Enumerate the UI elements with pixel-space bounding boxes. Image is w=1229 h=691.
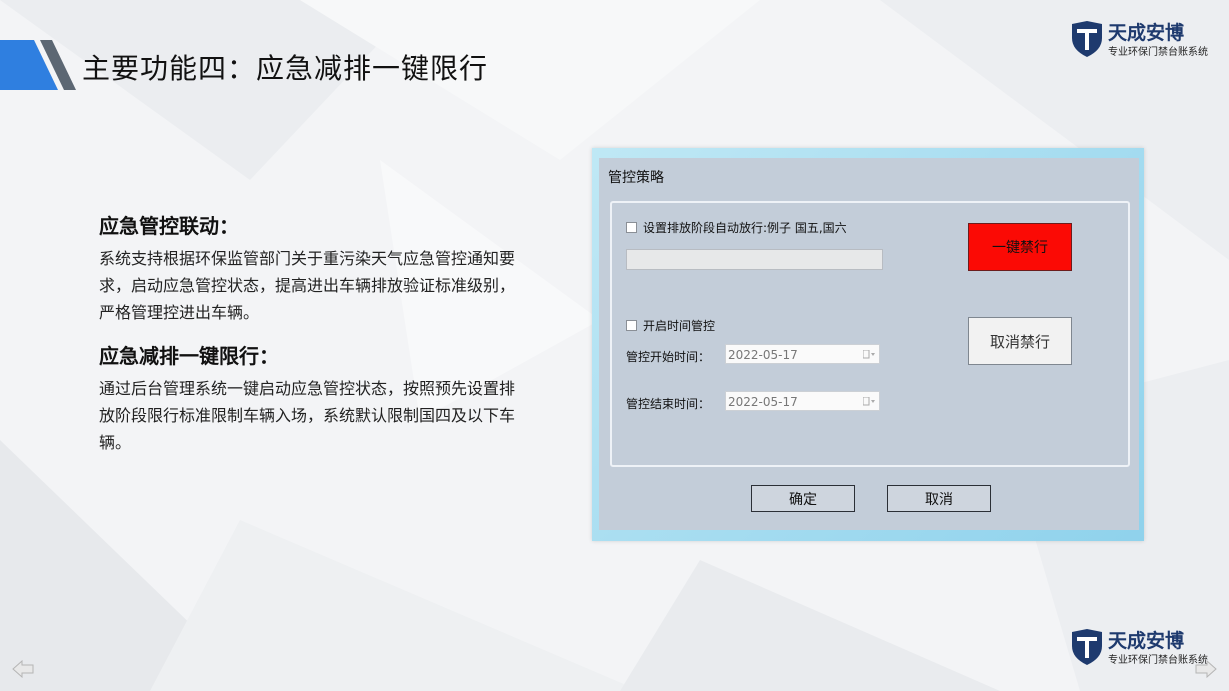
shield-logo-icon [1072,21,1102,57]
section-heading: 应急管控联动： [99,214,239,238]
section-body: 通过后台管理系统一键启动应急管控状态，按照预先设置排放阶段限行标准限制车辆入场，… [99,379,516,452]
time-control-label: 开启时间管控 [643,319,716,333]
calendar-dropdown-icon[interactable] [863,350,875,360]
time-control-checkbox[interactable] [626,320,637,331]
next-arrow-icon[interactable] [1195,660,1217,678]
brand-name: 天成安博 [1108,22,1185,44]
page-title: 主要功能四：应急减排一键限行 [82,52,489,85]
ok-button[interactable]: 确定 [751,485,855,512]
end-date-picker[interactable]: 2022-05-17 [725,391,880,411]
cancel-button[interactable]: 取消 [887,485,991,512]
start-time-label: 管控开始时间： [626,350,711,364]
one-key-ban-button[interactable]: 一键禁行 [968,223,1072,271]
brand-name: 天成安博 [1108,630,1185,652]
section-body: 系统支持根据环保监管部门关于重污染天气应急管控通知要求，启动应急管控状态，提高进… [99,249,516,322]
calendar-dropdown-icon[interactable] [863,397,875,407]
time-control-checkbox-row[interactable]: 开启时间管控 [626,317,715,334]
title-accent-stripe [0,40,76,90]
auto-release-checkbox[interactable] [626,222,637,233]
section-heading: 应急减排一键限行： [99,344,279,368]
control-strategy-dialog: 管控策略 设置排放阶段自动放行:例子 国五,国六 开启时间管控 管控开始时间： … [599,158,1139,530]
shield-logo-icon [1072,629,1102,665]
start-date-picker[interactable]: 2022-05-17 [725,344,880,364]
brand-subtitle: 专业环保门禁台账系统 [1108,655,1208,666]
prev-arrow-icon[interactable] [12,660,34,678]
end-date-value: 2022-05-17 [728,395,798,409]
emission-stage-input[interactable] [626,249,883,270]
control-group-box: 设置排放阶段自动放行:例子 国五,国六 开启时间管控 管控开始时间： 2022-… [610,201,1130,467]
brand-subtitle: 专业环保门禁台账系统 [1108,47,1208,58]
auto-release-label: 设置排放阶段自动放行:例子 国五,国六 [643,221,847,235]
brand-logo-top: 天成安博 专业环保门禁台账系统 [1070,18,1220,62]
section-one-key-restriction: 应急减排一键限行： 通过后台管理系统一键启动应急管控状态，按照预先设置排放阶段限… [99,340,519,456]
dialog-frame: 管控策略 设置排放阶段自动放行:例子 国五,国六 开启时间管控 管控开始时间： … [592,148,1144,541]
dialog-title: 管控策略 [608,170,664,186]
section-emergency-linkage: 应急管控联动： 系统支持根据环保监管部门关于重污染天气应急管控通知要求，启动应急… [99,210,519,326]
end-time-label: 管控结束时间： [626,397,711,411]
cancel-ban-button[interactable]: 取消禁行 [968,317,1072,365]
start-date-value: 2022-05-17 [728,348,798,362]
auto-release-checkbox-row[interactable]: 设置排放阶段自动放行:例子 国五,国六 [626,219,847,236]
